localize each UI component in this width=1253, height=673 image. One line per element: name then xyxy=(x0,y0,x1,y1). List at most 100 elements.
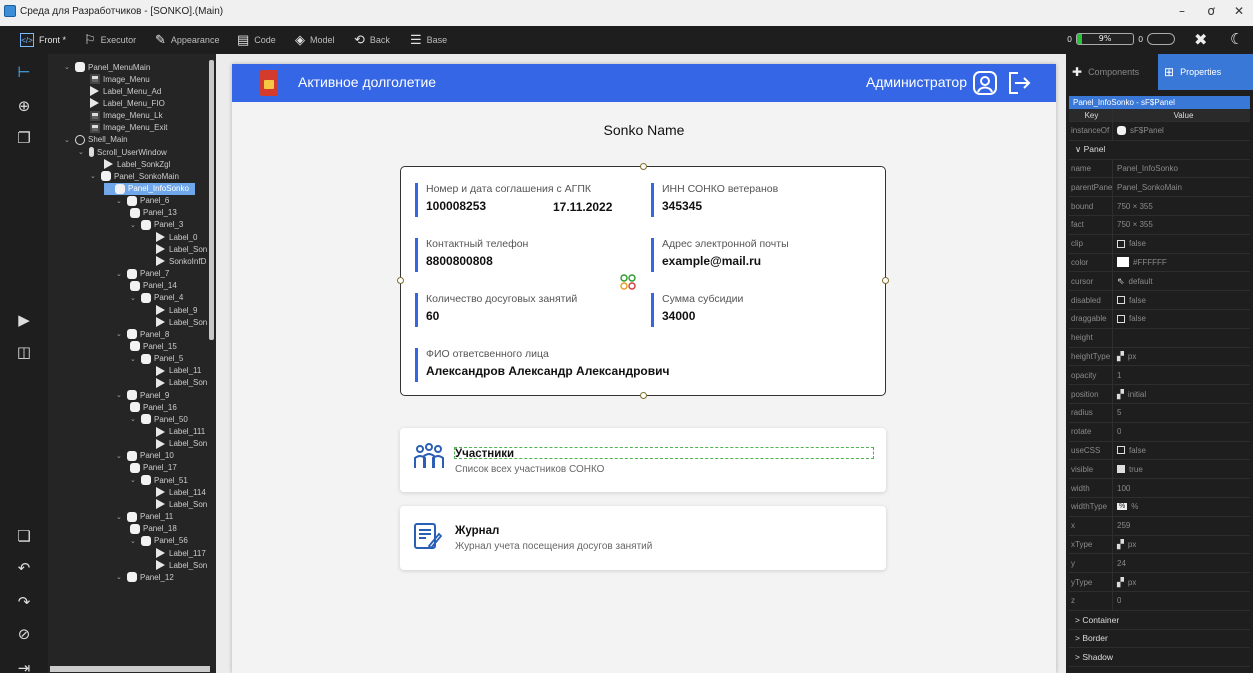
link-icon[interactable]: ⊘ xyxy=(14,624,34,644)
property-row[interactable]: color #FFFFFF xyxy=(1069,253,1250,273)
tree-node[interactable]: Label_114 xyxy=(156,486,206,498)
chevron-down-icon[interactable]: ⌄ xyxy=(130,355,138,363)
moon-icon[interactable]: ☾ xyxy=(1230,30,1243,48)
resize-handle-top[interactable] xyxy=(640,163,647,170)
tree-node[interactable]: ⌄ Panel_7 xyxy=(116,268,169,280)
tree-node[interactable]: Panel_16 xyxy=(130,401,177,413)
property-row[interactable]: cursor ⇖ default xyxy=(1069,272,1250,292)
properties-section[interactable]: > Container xyxy=(1069,611,1250,630)
property-value[interactable]: ▞ px xyxy=(1113,539,1136,550)
tree-node[interactable]: Label_0 xyxy=(156,231,197,243)
property-value[interactable]: ▞ initial xyxy=(1113,389,1146,400)
property-value[interactable]: false xyxy=(1113,239,1146,248)
tree-node[interactable]: ⌄ Panel_4 xyxy=(130,292,183,304)
tree-node[interactable]: Label_9 xyxy=(156,304,197,316)
property-row[interactable]: useCSS false xyxy=(1069,441,1250,461)
property-value[interactable]: 1 xyxy=(1113,371,1121,380)
chevron-down-icon[interactable]: ⌄ xyxy=(64,136,72,144)
property-value[interactable]: 750 × 355 xyxy=(1113,220,1153,229)
property-row[interactable]: position ▞ initial xyxy=(1069,385,1250,404)
chevron-down-icon[interactable]: ⌄ xyxy=(90,172,98,180)
tree-node[interactable]: Label_Son xyxy=(156,377,207,389)
properties-section[interactable]: ∨ Panel xyxy=(1069,141,1250,160)
profile-icon[interactable] xyxy=(972,70,998,96)
property-row[interactable]: clip false xyxy=(1069,234,1250,254)
tree-node[interactable]: Label_Son xyxy=(156,438,207,450)
chevron-down-icon[interactable]: ⌄ xyxy=(130,294,138,302)
property-value[interactable]: 259 xyxy=(1113,521,1130,530)
property-value[interactable]: 750 × 355 xyxy=(1113,202,1153,211)
chevron-down-icon[interactable]: ⌄ xyxy=(130,221,138,229)
tree-node[interactable]: ⌄ Panel_InfoSonko xyxy=(104,182,195,195)
chevron-down-icon[interactable]: ⌄ xyxy=(78,148,86,156)
download-icon[interactable]: ⊕ xyxy=(14,96,34,116)
tree-node[interactable]: ⌄ Panel_6 xyxy=(116,195,169,207)
property-value[interactable]: 24 xyxy=(1113,559,1126,568)
property-row[interactable]: disabled false xyxy=(1069,291,1250,310)
duplicate-icon[interactable]: ❏ xyxy=(14,526,34,546)
participants-card[interactable]: Участники Список всех участников СОНКО xyxy=(400,428,886,492)
chevron-down-icon[interactable]: ⌄ xyxy=(116,513,124,521)
property-value[interactable]: ▞ px xyxy=(1113,351,1136,362)
tree-node[interactable]: Label_Son xyxy=(156,243,207,255)
code-tab[interactable]: ▤ Code xyxy=(237,26,276,54)
property-row[interactable]: radius 5 xyxy=(1069,403,1250,423)
tab-properties[interactable]: ⊞ Properties xyxy=(1158,54,1253,90)
property-row[interactable]: opacity 1 xyxy=(1069,366,1250,386)
property-row[interactable]: visible true xyxy=(1069,460,1250,480)
property-value[interactable]: ⇖ default xyxy=(1113,276,1153,287)
property-row[interactable]: rotate 0 xyxy=(1069,422,1250,442)
property-value[interactable]: Panel_SonkoMain xyxy=(1113,183,1182,192)
property-row[interactable]: heightType ▞ px xyxy=(1069,347,1250,367)
tree-node[interactable]: Label_Menu_Ad xyxy=(90,85,161,97)
chevron-down-icon[interactable]: ⌄ xyxy=(116,452,124,460)
chevron-down-icon[interactable]: ⌄ xyxy=(116,270,124,278)
property-row[interactable]: z0 xyxy=(1069,591,1250,611)
tree-node[interactable]: ⌄ Panel_MenuMain xyxy=(64,61,150,73)
redo-icon[interactable]: ↷ xyxy=(14,592,34,612)
property-value[interactable]: Panel_InfoSonko xyxy=(1113,164,1178,173)
device-icon[interactable]: ◫ xyxy=(14,342,34,362)
property-row[interactable]: yType ▞ px xyxy=(1069,573,1250,592)
tree-hscrollbar[interactable] xyxy=(50,666,210,672)
tree-node[interactable]: Panel_14 xyxy=(130,280,177,292)
tree-node[interactable]: Label_Son xyxy=(156,316,207,328)
tree-node[interactable]: Panel_15 xyxy=(130,340,177,352)
tree-node[interactable]: Label_Menu_FIO xyxy=(90,97,165,109)
tree-node[interactable]: ⌄ Panel_SonkoMain xyxy=(90,170,179,182)
logout-icon[interactable] xyxy=(1006,70,1032,96)
minimize-button[interactable]: – xyxy=(1172,4,1192,18)
property-row[interactable]: x 259 xyxy=(1069,516,1250,536)
chevron-down-icon[interactable]: ⌄ xyxy=(64,63,72,71)
chevron-down-icon[interactable]: ⌄ xyxy=(130,415,138,423)
tree-icon[interactable]: ⊢ xyxy=(14,62,34,82)
properties-section[interactable]: > Border xyxy=(1069,630,1250,649)
chevron-down-icon[interactable]: ⌄ xyxy=(116,573,124,581)
export-icon[interactable]: ⇥ xyxy=(14,658,34,673)
tree-node[interactable]: ⌄ Panel_11 xyxy=(116,511,173,523)
chevron-down-icon[interactable]: ⌄ xyxy=(116,197,124,205)
property-row[interactable]: bound 750 × 355 xyxy=(1069,197,1250,216)
property-row[interactable]: fact 750 × 355 xyxy=(1069,215,1250,235)
tree-node[interactable]: Image_Menu_Exit xyxy=(90,122,167,134)
resize-handle-right[interactable] xyxy=(882,277,889,284)
tree-node[interactable]: ⌄ Shell_Main xyxy=(64,134,128,146)
tree-node[interactable]: ⌄ Panel_50 xyxy=(130,413,188,425)
tree-node[interactable]: Label_Son xyxy=(156,559,207,571)
tree-node[interactable]: Label_Son xyxy=(156,498,207,510)
property-value[interactable]: false xyxy=(1113,446,1146,455)
tree-node[interactable]: ⌄ Panel_8 xyxy=(116,328,169,340)
tree-node[interactable]: ⌄ Panel_51 xyxy=(130,474,188,486)
property-value[interactable]: 100 xyxy=(1113,484,1130,493)
executor-tab[interactable]: ⚐ Executor xyxy=(84,26,136,54)
undo-icon[interactable]: ↶ xyxy=(14,558,34,578)
tree-node[interactable]: ⌄ Panel_3 xyxy=(130,219,183,231)
resize-handle-bottom[interactable] xyxy=(640,392,647,399)
property-row[interactable]: parentPane Panel_SonkoMain xyxy=(1069,178,1250,198)
properties-section[interactable]: > Shadow xyxy=(1069,648,1250,668)
property-value[interactable]: 0 xyxy=(1113,596,1121,605)
tree-node[interactable]: Panel_13 xyxy=(130,207,177,219)
property-row[interactable]: xType ▞ px xyxy=(1069,535,1250,555)
property-row[interactable]: instanceOf sF$Panel xyxy=(1069,122,1250,141)
property-value[interactable]: false xyxy=(1113,314,1146,323)
